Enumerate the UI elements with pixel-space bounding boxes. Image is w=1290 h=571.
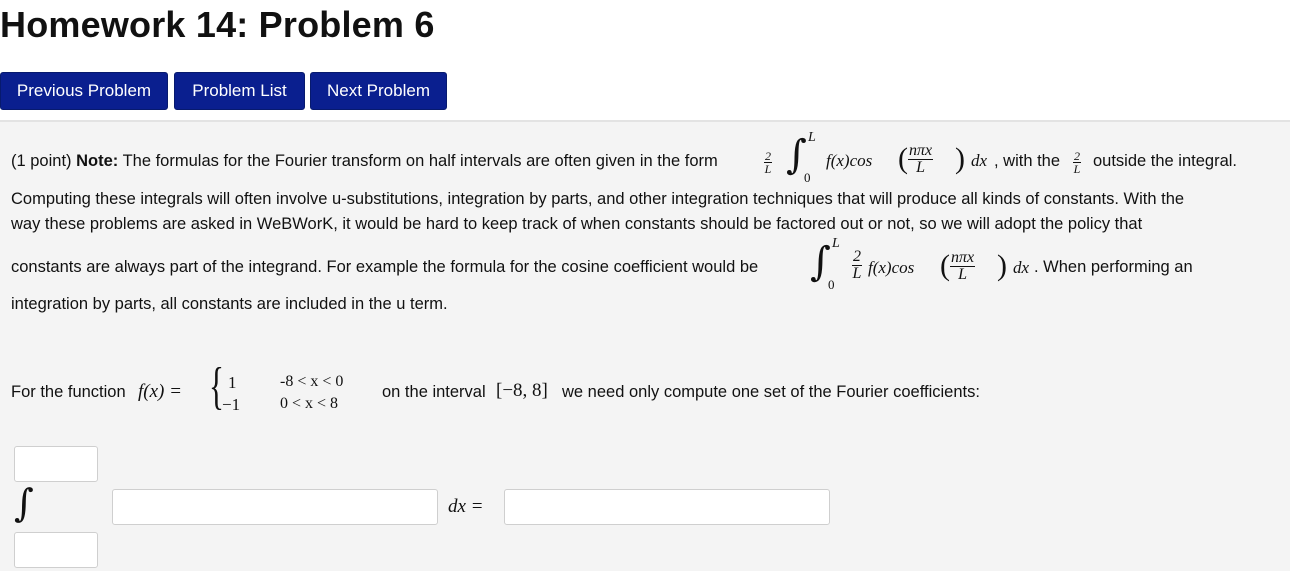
piece-1-condition: -8 < x < 0 [280,373,344,390]
page-title: Homework 14: Problem 6 [0,4,435,45]
problem-line-5: integration by parts, all constants are … [11,295,448,313]
previous-problem-button[interactable]: Previous Problem [0,72,168,110]
two-over-L: 2L [764,149,772,176]
interval-prefix: on the interval [382,383,486,401]
upper-limit: L [832,236,840,251]
dx-label: dx [971,151,988,170]
n-pi-x-over-L: nπx L [908,142,934,176]
interval-suffix: we need only compute one set of the Four… [562,383,980,401]
upper-limit-input[interactable] [14,446,98,482]
intro-text: The formulas for the Fourier transform o… [118,152,718,170]
problem-line-3: way these problems are asked in WeBWorK,… [11,215,1143,233]
n-pi-x-over-L: nπx L [950,249,976,283]
lower-limit: 0 [804,170,811,185]
lower-limit-input[interactable] [14,532,98,568]
problem-panel: (1 point) Note: The formulas for the Fou… [0,120,1290,571]
when-performing-text: . When performing an [1034,258,1193,276]
lower-limit: 0 [828,277,835,292]
outside-text: outside the integral. [1093,152,1238,170]
function-name: f(x) = [138,381,182,402]
dx-label: dx [1013,258,1030,277]
piece-2-condition: 0 < x < 8 [280,395,339,412]
two-over-L: 2L [852,248,862,282]
integrand: f(x)cos [868,258,915,277]
with-the-text: , with the [994,152,1061,170]
problem-line-1: (1 point) Note: The formulas for the Fou… [11,152,718,171]
upper-limit: L [808,130,816,145]
piece-1-value: 1 [228,373,237,392]
problem-line-4: constants are always part of the integra… [11,258,759,276]
problem-line-2: Computing these integrals will often inv… [11,190,1185,208]
function-prefix: For the function [11,383,126,401]
next-problem-button[interactable]: Next Problem [310,72,447,110]
answer-integral-symbol: ∫ [14,481,34,525]
problem-list-button[interactable]: Problem List [174,72,305,110]
interval-value: [−8, 8] [496,380,548,401]
note-label: Note: [76,152,119,170]
points-label: (1 point) [11,152,77,170]
integrand: f(x)cos [826,151,873,170]
result-input[interactable] [504,489,830,525]
dx-equals-label: dx = [448,496,484,517]
integrand-input[interactable] [112,489,438,525]
two-over-L-inline: 2L [1073,149,1081,176]
piece-2-value: −1 [222,395,241,414]
